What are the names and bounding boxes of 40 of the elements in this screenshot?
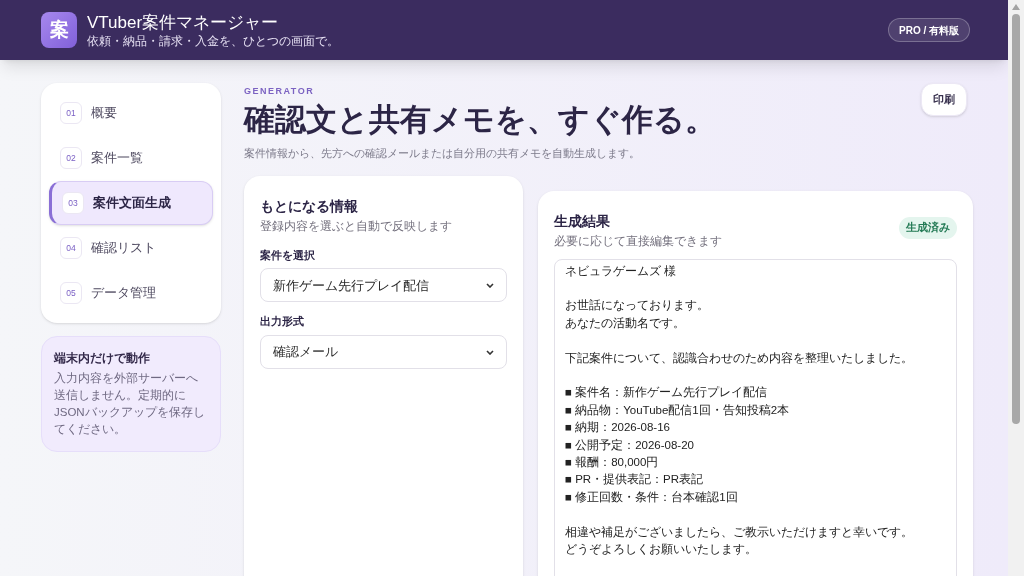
output-textarea[interactable]: ネビュラゲームズ 様 お世話になっております。 あなたの活動名です。 下記案件について、認識合わせのため内容を整理いたしました。 ■ 案件名：新作ゲーム先行プレイ配信 ■ 納品物：YouTube配信1回・告知投稿2本 ■ 納期：2026-08-16 ■ 公開予定：2026-08-20 ■ 報酬：80,000円 ■ PR・提供表記：PR表記 ■ 修正回数・条件：台本確認1回 相違や補足がございましたら、ご教示いただけますと幸いです。 どうぞよろしくお願いいたします。 [554,258,957,576]
nav-number: 05 [60,282,82,304]
app-title: VTuber案件マネージャー [87,11,280,34]
select-field[interactable]: 新作ゲーム先行プレイ配信 [260,268,507,303]
nav-label: 概要 [91,104,117,123]
card-title: もとになる情報 [260,197,359,217]
page-description: 案件情報から、先方への確認メールまたは自分用の共有メモを自動生成します。 [244,145,641,161]
nav-item[interactable]: 05 データ管理 [49,271,213,315]
card-title: 生成結果 [554,212,611,232]
nav-number: 03 [62,192,84,214]
select-field[interactable]: 確認メール [260,335,507,369]
page-title: 確認文と共有メモを、すぐ作る。 [244,100,716,139]
chevron-down-icon [486,282,494,288]
nav-number: 02 [60,147,82,169]
card-subtitle: 登録内容を選ぶと自動で反映します [260,219,453,235]
notice-text: 入力内容を外部サーバーへ送信しません。定期的にJSONバックアップを保存してください。 [54,371,206,438]
nav-item[interactable]: 03 案件文面生成 [49,181,213,225]
app-logo: 案 [41,12,77,48]
nav-number: 01 [60,102,82,124]
notice-title: 端末内だけで動作 [54,351,151,367]
scrollbar-thumb[interactable] [1012,14,1020,424]
nav-label: 案件文面生成 [93,194,171,213]
status-badge: 生成済み [899,217,957,239]
eyebrow-label: GENERATOR [244,85,316,98]
nav-label: データ管理 [91,284,156,303]
nav-item[interactable]: 01 概要 [49,91,213,135]
field-label: 案件を選択 [260,247,316,263]
field-label: 出力形式 [260,314,305,330]
scroll-up-icon[interactable] [1012,4,1020,10]
plan-badge: PRO / 有料版 [888,18,970,42]
nav-label: 案件一覧 [91,149,143,168]
chevron-down-icon [486,349,494,355]
nav-item[interactable]: 02 案件一覧 [49,136,213,180]
print-button[interactable]: 印刷 [921,83,967,116]
scrollbar[interactable] [1008,0,1024,576]
nav-item[interactable]: 04 確認リスト [49,226,213,270]
card-subtitle: 必要に応じて直接編集できます [554,234,722,250]
nav-label: 確認リスト [91,239,156,258]
app-subtitle: 依頼・納品・請求・入金を、ひとつの画面で。 [87,33,339,49]
nav-number: 04 [60,237,82,259]
